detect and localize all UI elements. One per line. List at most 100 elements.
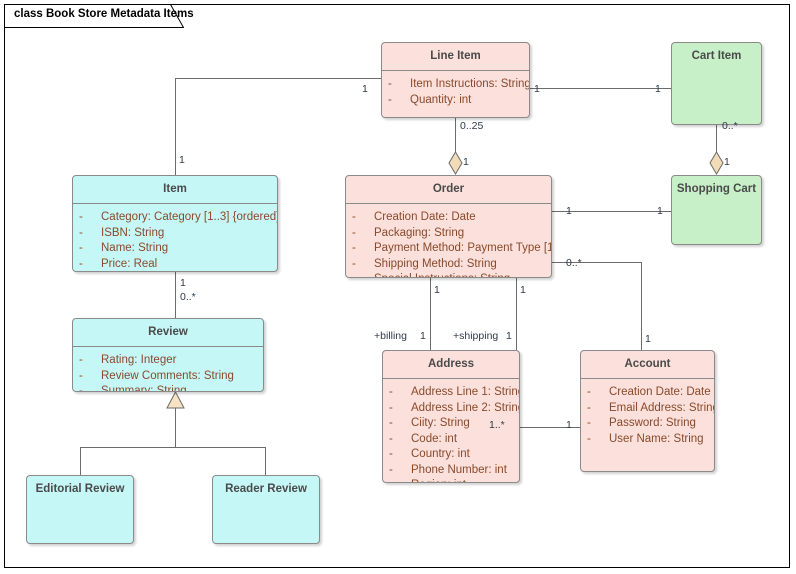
- class-attributes-review: - Rating: Integer - Review Comments: Strin…: [73, 347, 263, 392]
- attribute-text: Creation Date: Date: [374, 211, 476, 223]
- attribute-row: - Rating: Integer: [79, 353, 259, 369]
- multiplicity-order-shoppingcart-target: 1: [657, 205, 663, 217]
- role-label-billing: +billing: [374, 330, 407, 342]
- class-title-order: Order: [346, 176, 551, 204]
- attribute-text: Name: String: [101, 242, 169, 254]
- class-attributes-order: - Creation Date: Date - Packaging: String …: [346, 204, 551, 277]
- attribute-row: - Price: Real: [79, 257, 273, 272]
- visibility-marker: -: [587, 386, 591, 398]
- multiplicity-cartitem-shoppingcart-target: 1: [724, 156, 730, 168]
- attribute-row: - Creation Date: Date: [587, 385, 711, 401]
- attribute-row: - Email Address: String: [587, 401, 714, 417]
- attribute-row: - Payment Method: Payment Type [1..2]: [352, 241, 551, 257]
- class-attributes-address: - Address Line 1: String - Address Line 2:…: [383, 379, 519, 482]
- visibility-marker: -: [587, 401, 591, 414]
- class-title-line-item: Line Item: [382, 43, 529, 71]
- attribute-row: - Summary: String: [79, 384, 259, 392]
- class-box-line-item[interactable]: Line Item - Item Instructions: String - Qu…: [381, 42, 530, 118]
- multiplicity-lineitem-cartitem-target: 1: [655, 83, 661, 95]
- attribute-text: Item Instructions: String: [410, 78, 530, 90]
- attribute-text: Payment Method: Payment Type [1..2]: [374, 242, 552, 254]
- diagram-title: class Book Store Metadata Items: [14, 8, 194, 20]
- visibility-marker: -: [587, 432, 591, 445]
- attribute-row: - Country: int: [389, 447, 515, 463]
- attribute-text: Creation Date: Date: [609, 386, 711, 398]
- class-title-address: Address: [383, 351, 519, 379]
- multiplicity-address-account-target: 1: [566, 419, 572, 431]
- multiplicity-lineitem-cartitem-source: 1: [534, 83, 540, 95]
- attribute-row: - Review Comments: String: [79, 369, 259, 385]
- attribute-row: - Name: String: [79, 241, 273, 257]
- attribute-text: User Name: String: [609, 432, 704, 445]
- attribute-text: Shipping Method: String: [374, 257, 497, 270]
- attribute-row: - Category: Category [1..3] {ordered}: [79, 210, 277, 226]
- visibility-marker: -: [389, 401, 393, 414]
- multiplicity-lineitem-order-source: 0..25: [460, 120, 484, 132]
- attribute-row: -Special Instructions: String: [352, 272, 547, 277]
- attribute-row: - Item Instructions: String: [388, 77, 529, 93]
- attribute-row: - Packaging: String: [352, 226, 547, 242]
- attribute-text: Price: Real: [101, 257, 158, 270]
- attribute-text: Review Comments: String: [101, 369, 234, 382]
- multiplicity-order-shoppingcart-source: 1: [566, 205, 572, 217]
- visibility-marker: -: [79, 211, 83, 223]
- visibility-marker: -: [389, 448, 393, 460]
- attribute-text: Rating: Integer: [101, 354, 177, 366]
- attribute-text: Quantity: int: [410, 93, 472, 106]
- class-box-account[interactable]: Account - Creation Date: Date - Email Addr…: [580, 350, 715, 472]
- visibility-marker: -: [389, 432, 393, 445]
- attribute-text: ISBN: String: [101, 226, 165, 239]
- class-title-account: Account: [581, 351, 714, 379]
- class-box-order[interactable]: Order - Creation Date: Date - Packaging: S…: [345, 175, 552, 278]
- attribute-text: Region: int: [411, 479, 466, 482]
- visibility-marker: -: [79, 257, 83, 270]
- attribute-row: - Address Line 2: String: [389, 401, 519, 417]
- class-box-editorial-review[interactable]: Editorial Review: [26, 475, 134, 544]
- visibility-marker: -: [388, 78, 392, 90]
- visibility-marker: -: [79, 226, 83, 239]
- class-box-reader-review[interactable]: Reader Review: [212, 475, 320, 544]
- visibility-marker: -: [587, 417, 591, 429]
- class-attributes-line-item: - Item Instructions: String - Quantity: in…: [382, 71, 529, 115]
- multiplicity-order-account-target: 1: [645, 333, 651, 345]
- multiplicity-order-account-source: 0..*: [566, 257, 582, 269]
- visibility-marker: -: [79, 354, 83, 366]
- visibility-marker: -: [79, 369, 83, 382]
- attribute-text: Phone Number: int: [411, 463, 507, 476]
- attribute-row: - Phone Number: int: [389, 463, 515, 479]
- visibility-marker: -: [389, 463, 393, 476]
- visibility-marker: -: [79, 385, 83, 392]
- visibility-marker: -: [389, 478, 411, 482]
- class-title-review: Review: [73, 319, 263, 347]
- multiplicity-order-billing-source: 1: [434, 284, 440, 296]
- multiplicity-cartitem-shoppingcart-source: 0..*: [722, 120, 738, 132]
- attribute-text: Email Address: String: [609, 401, 715, 414]
- class-box-item[interactable]: Item - Category: Category [1..3] {ordered…: [72, 175, 278, 272]
- class-box-cart-item[interactable]: Cart Item: [671, 42, 762, 125]
- visibility-marker: -: [352, 272, 374, 277]
- class-box-review[interactable]: Review - Rating: Integer - Review Comments…: [72, 318, 264, 392]
- visibility-marker: -: [389, 386, 393, 398]
- attribute-row: - Code: int: [389, 432, 515, 448]
- attribute-text: Password: String: [609, 417, 696, 429]
- visibility-marker: -: [389, 417, 393, 429]
- multiplicity-item-lineitem-source: 1: [179, 154, 185, 166]
- attribute-text: Address Line 2: String: [411, 401, 520, 414]
- visibility-marker: -: [352, 211, 356, 223]
- attribute-row: - Quantity: int: [388, 93, 525, 109]
- multiplicity-order-shipping-target: 1: [506, 330, 512, 342]
- multiplicity-order-billing-target: 1: [420, 330, 426, 342]
- class-box-shopping-cart[interactable]: Shopping Cart: [671, 175, 762, 245]
- class-title-item: Item: [73, 176, 277, 204]
- class-box-address[interactable]: Address - Address Line 1: String - Address…: [382, 350, 520, 483]
- visibility-marker: -: [352, 242, 356, 254]
- visibility-marker: -: [352, 226, 356, 239]
- visibility-marker: -: [388, 93, 392, 106]
- uml-class-diagram: class Book Store Metadata Items Line Ite…: [0, 0, 796, 574]
- multiplicity-lineitem-order-target: 1: [463, 156, 469, 168]
- attribute-row: - Address Line 1: String: [389, 385, 519, 401]
- class-title-cart-item: Cart Item: [691, 50, 742, 62]
- attribute-row: - Password: String: [587, 416, 710, 432]
- class-attributes-account: - Creation Date: Date - Email Address: Str…: [581, 379, 714, 454]
- multiplicity-address-account-source: 1..*: [489, 419, 505, 431]
